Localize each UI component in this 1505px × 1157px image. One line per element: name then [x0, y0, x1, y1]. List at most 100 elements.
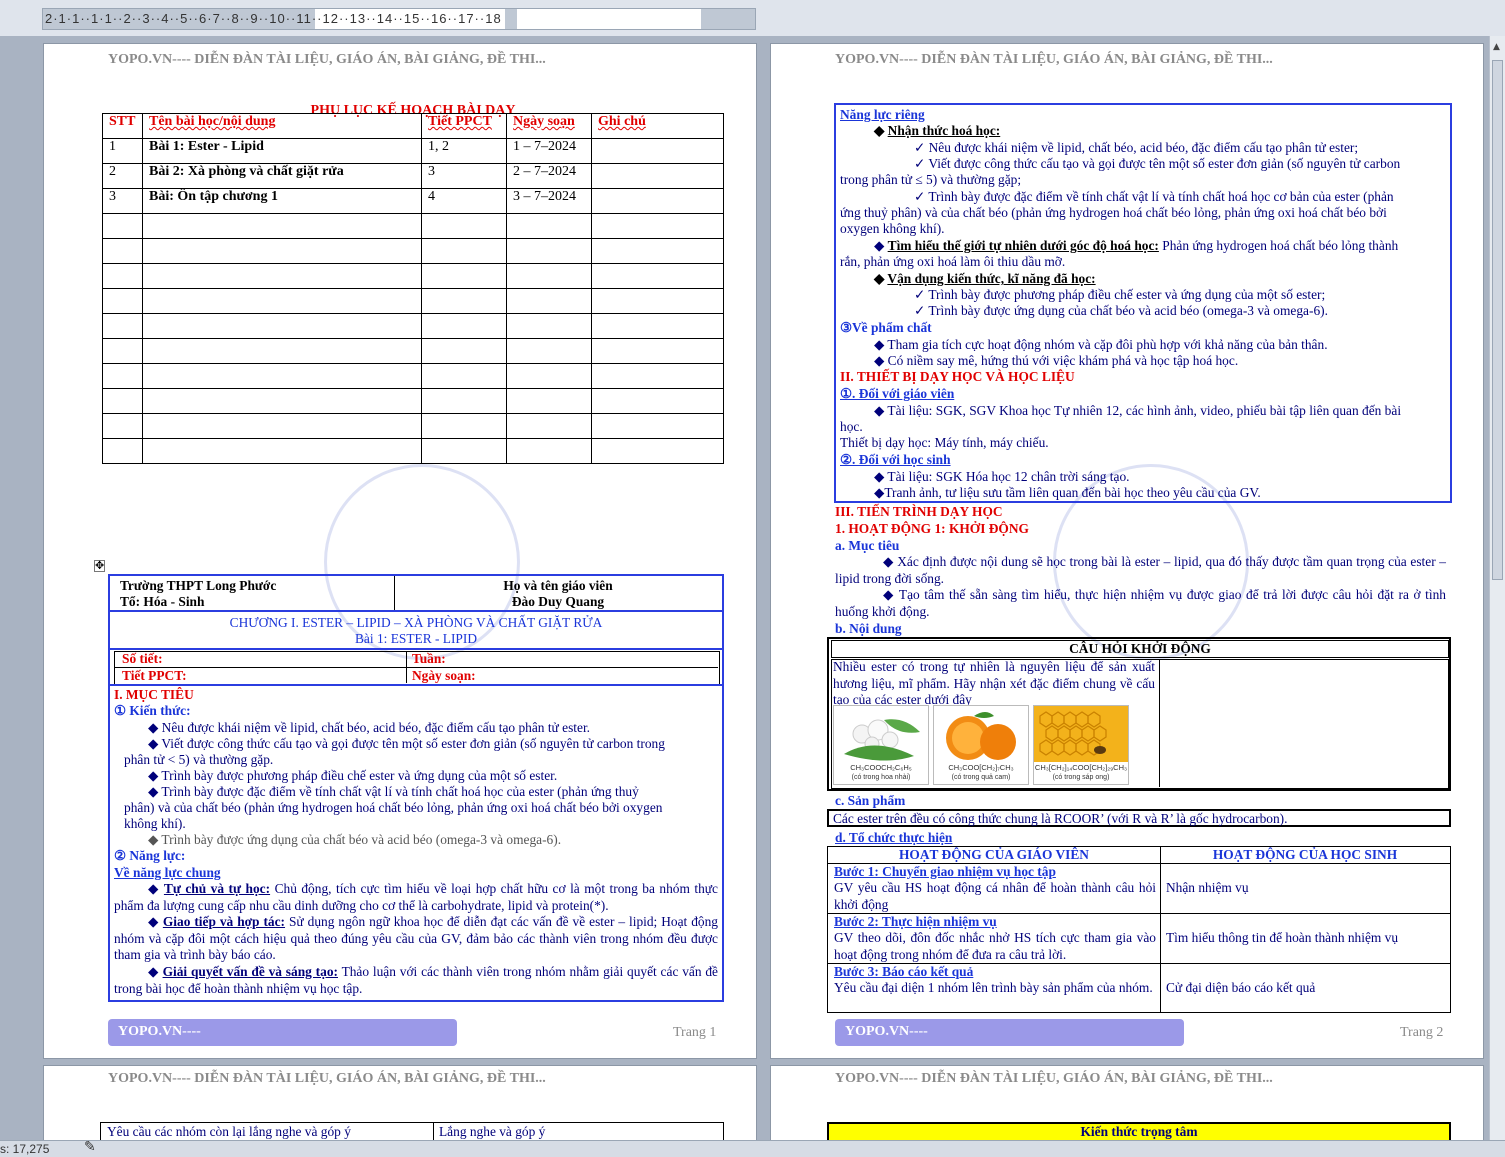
plan-table-cell	[142, 238, 422, 264]
plan-table-cell	[591, 313, 724, 339]
step-teacher: GV theo dõi, đôn đốc nhắc nhở HS tích cự…	[834, 930, 1156, 962]
ester-caption: (có trong sáp ong)	[1052, 774, 1110, 781]
page-header: YOPO.VN---- DIỄN ĐÀN TÀI LIỆU, GIÁO ÁN, …	[108, 1071, 546, 1086]
plan-table-cell	[421, 238, 507, 264]
ruler-right-margin	[701, 9, 755, 29]
step-student: Tìm hiểu thông tin để hoàn thành nhiệm v…	[1166, 930, 1399, 945]
objective-heading: a. Mục tiêu	[835, 538, 900, 553]
plan-table-cell	[421, 288, 507, 314]
teacher-equipment-item: ◆ Tài liệu: SGK, SGV Khoa học Tự nhiên 1…	[874, 403, 1402, 418]
competency-giao-tiep: ◆ Giao tiếp và hợp tác: Sử dụng ngôn ngữ…	[114, 914, 718, 962]
nhan-thuc-heading: ◆ Nhận thức hoá học:	[874, 123, 1001, 138]
competency-gqvd: ◆ Giải quyết vấn đề và sáng tạo: Thảo lu…	[114, 964, 718, 996]
key-knowledge-box: Kiến thức trọng tâm	[827, 1122, 1451, 1140]
ester-image-card: CH₃[CH₂]₁₄COO[CH₂]₂₉CH₃ (có trong sáp ong…	[1033, 705, 1129, 785]
plan-table-cell	[421, 313, 507, 339]
plan-table-cell: Bài 2: Xà phòng và chất giặt rửa	[142, 163, 422, 189]
so-tiet-label: Số tiết:	[122, 651, 163, 666]
warmup-title: CÂU HỎI KHỞI ĐỘNG	[831, 640, 1449, 658]
vertical-scrollbar[interactable]: ▲	[1489, 36, 1505, 1140]
knowledge-item: ◆ Nêu được khái niệm về lipid, chất béo,…	[148, 720, 591, 735]
plan-table-cell	[142, 338, 422, 364]
plan-table-cell: Bài: Ôn tập chương 1	[142, 188, 422, 214]
proofing-icon[interactable]: ✎	[84, 1139, 96, 1155]
product-box: Các ester trên đều có công thức chung là…	[827, 809, 1451, 827]
van-dung-heading: ◆ Vận dụng kiến thức, kĩ năng đã học:	[874, 271, 1096, 286]
ruler-track[interactable]: 2·1·1··1·1··2··3··4··5··6·7··8··9··10··1…	[42, 8, 756, 30]
step-student: Cử đại diện báo cáo kết quả	[1166, 980, 1316, 995]
plan-table-cell	[506, 388, 592, 414]
continued-activity-table: Yêu cầu các nhóm còn lại lắng nghe và gó…	[100, 1122, 724, 1140]
plan-table-cell	[421, 413, 507, 439]
plan-table-row	[102, 363, 724, 389]
competency-box: Năng lực riêng ◆ Nhận thức hoá học: ✓ Nê…	[834, 103, 1452, 503]
activity-1-heading: 1. HOẠT ĐỘNG 1: KHỞI ĐỘNG	[835, 521, 1029, 536]
ruler-numbers: 2·1·1··1·1··2··3··4··5··6·7··8··9··10··1…	[45, 11, 502, 26]
plan-table-cell	[591, 238, 724, 264]
plan-table-cell	[506, 338, 592, 364]
col-teacher-activity: HOẠT ĐỘNG CỦA GIÁO VIÊN	[899, 847, 1089, 862]
plan-table-row	[102, 313, 724, 339]
plan-table-cell	[142, 413, 422, 439]
product-heading: c. Sản phẩm	[835, 793, 906, 808]
objectives-box: I. MỤC TIÊU ① Kiến thức: ◆ Nêu được khái…	[108, 684, 724, 1002]
col-header: Ghi chú	[591, 113, 724, 139]
knowledge-item-cont: phân tử < 5) và thường gặp.	[124, 752, 274, 767]
plan-table-cell: 3	[102, 188, 143, 214]
ester-caption: (có trong quả cam)	[951, 774, 1011, 781]
period-box: Số tiết: Tuần: Tiết PPCT: Ngày soạn:	[108, 648, 724, 686]
plan-table-row	[102, 438, 724, 464]
teacher-label: Họ và tên giáo viên	[503, 578, 613, 593]
plan-table-cell	[591, 338, 724, 364]
plan-table-cell	[591, 363, 724, 389]
quality-item: ◆ Có niềm say mê, hứng thú với việc khám…	[874, 353, 1239, 368]
plan-table-row: 3 Bài: Ôn tập chương 143 – 7–2024	[102, 188, 724, 214]
plan-table-row	[102, 288, 724, 314]
plan-table-cell	[506, 413, 592, 439]
plan-table-cell	[142, 388, 422, 414]
table-move-handle-icon[interactable]: ✥	[94, 560, 106, 572]
plan-table-cell: 2 – 7–2024	[506, 163, 592, 189]
section-equipment: II. THIẾT BỊ DẠY HỌC VÀ HỌC LIỆU	[840, 369, 1075, 384]
ester-formula: CH₃COO[CH₂]₇CH₃	[948, 763, 1014, 772]
knowledge-item-cont: phân) và của chất béo (phản ứng hydrogen…	[124, 800, 663, 815]
nhan-thuc-item-cont: trong phân tử ≤ 5) và thường gặp;	[840, 172, 1022, 187]
plan-table-cell	[591, 263, 724, 289]
plan-table-cell	[102, 338, 143, 364]
ester-caption: (có trong hoa nhài)	[851, 774, 911, 781]
plan-table-cell	[591, 388, 724, 414]
lesson-plan-table: STT Tên bài học/nội dung Tiết PPCT Ngày …	[102, 113, 724, 464]
plan-table-cell	[591, 413, 724, 439]
knowledge-item: ◆ Trình bày được ứng dụng của chất béo v…	[148, 832, 562, 847]
plan-table-cell	[506, 438, 592, 464]
step-teacher: Yêu cầu các nhóm còn lại lắng nghe và gó…	[107, 1124, 351, 1139]
teacher-device: Thiết bị dạy học: Máy tính, máy chiếu.	[840, 435, 1049, 450]
activity-table: HOẠT ĐỘNG CỦA GIÁO VIÊN HOẠT ĐỘNG CỦA HỌ…	[827, 846, 1451, 1013]
page-number: Trang 2	[1400, 1025, 1444, 1040]
plan-table-cell	[142, 313, 422, 339]
student-equipment-heading: ②. Đối với học sinh	[840, 452, 951, 467]
teacher-equipment-heading: ①. Đối với giáo viên	[840, 386, 955, 401]
col-header: Ngày soạn	[506, 113, 592, 139]
plan-table-cell: 3 – 7–2024	[506, 188, 592, 214]
school-info-box: Trường THPT Long Phước Tổ: Hóa - Sinh Họ…	[108, 574, 724, 612]
nhan-thuc-item-cont: ứng thuỷ phân) và của chất béo (phản ứng…	[840, 205, 1387, 220]
plan-table-cell	[102, 363, 143, 389]
plan-table-cell	[506, 363, 592, 389]
document-page-2: YOPO.VN---- DIỄN ĐÀN TÀI LIỆU, GIÁO ÁN, …	[771, 44, 1483, 1058]
objective-item: ◆ Xác định được nội dung sẽ học trong bà…	[835, 554, 1446, 586]
plan-table-header: STT Tên bài học/nội dung Tiết PPCT Ngày …	[102, 113, 724, 139]
word-count[interactable]: s: 17,275	[0, 1142, 49, 1156]
scrollbar-thumb[interactable]	[1492, 60, 1503, 580]
general-competency-heading: Về năng lực chung	[114, 865, 221, 880]
ester-photo	[1034, 706, 1128, 762]
plan-table-row: 1 Bài 1: Ester - Lipid 1, 21 – 7–2024	[102, 138, 724, 164]
horizontal-ruler[interactable]: 2·1·1··1·1··2··3··4··5··6·7··8··9··10··1…	[0, 0, 1505, 36]
plan-table-row	[102, 338, 724, 364]
nhan-thuc-item: ✓ Viết được công thức cấu tạo và gọi đượ…	[914, 156, 1401, 171]
step-student: Nhận nhiệm vụ	[1166, 880, 1249, 895]
scroll-up-icon[interactable]: ▲	[1493, 42, 1500, 52]
plan-table-cell	[591, 213, 724, 239]
plan-table-cell	[421, 263, 507, 289]
chapter-box: CHƯƠNG I. ESTER – LIPID – XÀ PHÒNG VÀ CH…	[108, 610, 724, 650]
